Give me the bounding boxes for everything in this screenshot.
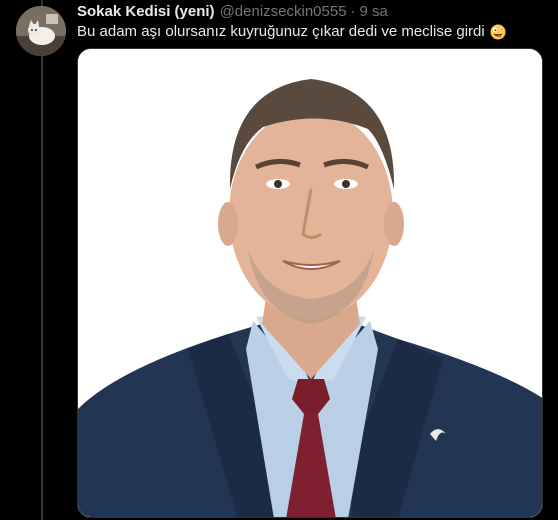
tweet-text-content: Bu adam aşı olursanız kuyruğunuz çıkar d…: [77, 23, 485, 40]
user-handle[interactable]: @denizseckin0555: [220, 3, 347, 20]
thread-line: [41, 0, 43, 520]
avatar[interactable]: [16, 6, 66, 56]
zany-face-emoji-icon: [490, 24, 506, 39]
display-name[interactable]: Sokak Kedisi (yeni): [77, 3, 215, 20]
tweet-text: Bu adam aşı olursanız kuyruğunuz çıkar d…: [77, 23, 506, 40]
timestamp[interactable]: 9 sa: [360, 3, 388, 20]
portrait-photo: [78, 49, 542, 517]
tweet-photo[interactable]: [77, 48, 543, 518]
cat-avatar-icon: [16, 6, 66, 56]
tweet[interactable]: Sokak Kedisi (yeni) @denizseckin0555 · 9…: [0, 0, 558, 520]
tweet-header: Sokak Kedisi (yeni) @denizseckin0555 · 9…: [77, 1, 388, 21]
separator-dot: ·: [350, 2, 356, 20]
